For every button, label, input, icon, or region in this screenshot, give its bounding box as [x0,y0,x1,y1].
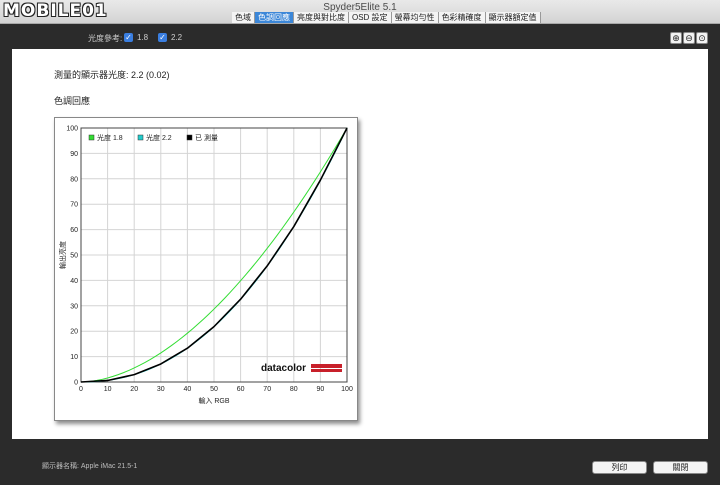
tone-response-chart: 0 10 20 30 40 50 60 70 80 90 100 0 10 20 30 40 50 60 70 80 9… [54,117,358,421]
y-tick-label: 20 [70,329,78,336]
datacolor-bar [311,364,342,368]
y-axis-label: 輸出亮度 [58,241,67,269]
x-tick-label: 30 [157,386,165,393]
datacolor-bar [311,369,342,372]
legend-swatch [137,134,144,141]
tab-2[interactable]: 亮度與對比度 [294,12,349,23]
y-tick-label: 0 [74,380,78,387]
gamma-1-8-checkbox[interactable]: ✓ [124,33,133,42]
gamma-2-2-label: 2.2 [171,33,183,42]
measured-gamma-text: 測量的顯示器光度: 2.2 (0.02) [54,70,170,80]
x-tick-label: 80 [290,386,298,393]
legend-label: 光度 2.2 [146,133,172,142]
tab-5[interactable]: 色彩精確度 [438,12,486,23]
zoom-in-icon[interactable]: ⊕ [670,32,682,44]
y-tick-label: 60 [70,227,78,234]
toolbar: 光度參考: ✓ 1.8 ✓ 2.2 ⊕ ⊖ ⊙ [0,25,720,49]
gamma-reference-label: 光度參考: [88,34,123,43]
x-tick-label: 70 [263,386,271,393]
zoom-fit-icon[interactable]: ⊙ [696,32,708,44]
gamma-2-2-checkbox[interactable]: ✓ [158,33,167,42]
tone-response-svg: 0 10 20 30 40 50 60 70 80 90 100 0 10 20 30 40 50 60 70 80 9… [58,126,353,406]
x-tick-label: 90 [317,386,325,393]
x-tick-label: 0 [79,386,83,393]
zoom-out-icon[interactable]: ⊖ [683,32,695,44]
x-tick-label: 40 [184,386,192,393]
tab-1[interactable]: 色調回應 [255,12,294,23]
legend-swatch [186,134,193,141]
report-panel: 測量的顯示器光度: 2.2 (0.02) 色調回應 0 10 20 30 40 50 60 7… [12,49,708,439]
section-title: 色調回應 [54,96,91,106]
x-tick-label: 100 [341,386,353,393]
y-tick-label: 40 [70,278,78,285]
x-tick-label: 50 [210,386,218,393]
x-axis-label: 輸入 RGB [198,396,229,405]
tab-6[interactable]: 顯示器額定值 [485,12,541,23]
gamma-1-8-label: 1.8 [137,33,149,42]
close-button[interactable]: 關閉 [653,461,708,474]
tab-3[interactable]: OSD 設定 [349,12,392,23]
legend-swatch [88,134,95,141]
y-tick-label: 10 [70,354,78,361]
print-button[interactable]: 列印 [592,461,647,474]
title-bar: MOBILE01 Spyder5Elite 5.1 色域 色調回應 亮度與對比度 OS… [0,0,720,24]
footer: 顯示器名稱: Apple iMac 21.5-1 列印 關閉 [0,450,720,485]
y-tick-label: 70 [70,202,78,209]
tab-bar: 色域 色調回應 亮度與對比度 OSD 設定 螢幕均勻性 色彩精確度 顯示器額定值 [232,12,541,23]
x-tick-label: 20 [130,386,138,393]
legend-label: 已 測量 [195,133,218,142]
y-tick-label: 50 [70,253,78,260]
tab-4[interactable]: 螢幕均勻性 [391,12,439,23]
device-name-label: 顯示器名稱: Apple iMac 21.5-1 [42,463,138,470]
y-tick-label: 30 [70,303,78,310]
y-tick-label: 90 [70,151,78,158]
x-tick-label: 60 [237,386,245,393]
y-tick-label: 100 [66,126,78,133]
tab-0[interactable]: 色域 [232,12,255,23]
x-tick-label: 10 [104,386,112,393]
legend-label: 光度 1.8 [97,133,123,142]
datacolor-watermark: datacolor [261,363,306,374]
y-tick-label: 80 [70,176,78,183]
